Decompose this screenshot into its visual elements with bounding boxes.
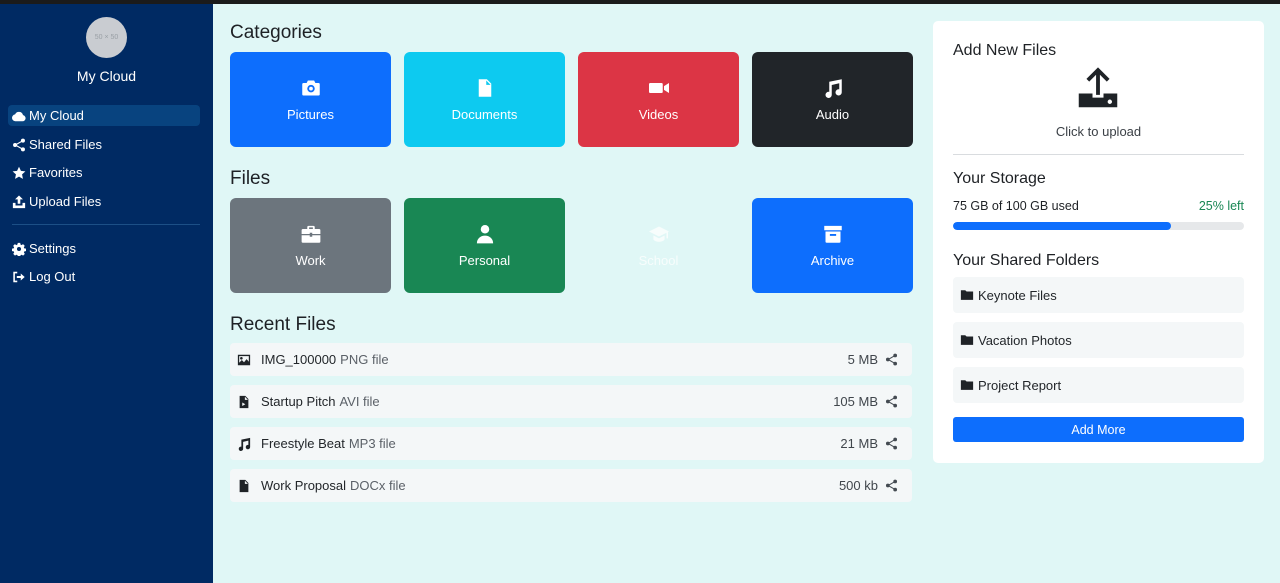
- video-icon: [648, 82, 669, 93]
- shared-folder-item[interactable]: Vacation Photos: [953, 322, 1244, 358]
- storage-progress-fill: [953, 222, 1172, 230]
- brand-title: My Cloud: [76, 68, 137, 84]
- categories-title: Categories: [230, 22, 322, 43]
- file-name: Startup Pitch: [261, 394, 336, 409]
- recent-file-row[interactable]: IMG_100000 PNG file 5 MB: [230, 343, 912, 376]
- sidebar-item-label: My Cloud: [29, 108, 84, 123]
- files-title: Files: [230, 168, 271, 189]
- add-files-title: Add New Files: [953, 42, 1057, 59]
- document-icon: [478, 78, 491, 97]
- graduation-cap-icon: [648, 226, 669, 242]
- folder-personal[interactable]: Personal: [404, 198, 565, 293]
- tile-label: Archive: [810, 252, 855, 268]
- camera-icon: [301, 80, 320, 95]
- folder-name: Keynote Files: [978, 287, 1057, 303]
- upload-icon[interactable]: [1076, 66, 1120, 110]
- storage-progress-bar: [953, 222, 1244, 230]
- category-documents[interactable]: Documents: [404, 52, 565, 147]
- file-name: IMG_100000: [261, 352, 337, 367]
- tile-label: Documents: [451, 106, 518, 122]
- tile-label: Personal: [458, 252, 511, 268]
- folder-school[interactable]: School: [578, 198, 739, 293]
- share-icon[interactable]: [885, 479, 898, 492]
- shared-folder-item[interactable]: Project Report: [953, 367, 1244, 403]
- upload-hint[interactable]: Click to upload: [933, 124, 1264, 139]
- avatar[interactable]: 50 × 50: [86, 17, 127, 58]
- share-icon[interactable]: [885, 353, 898, 366]
- recent-files-title: Recent Files: [230, 314, 336, 335]
- folder-name: Project Report: [978, 377, 1062, 393]
- music-icon: [825, 78, 842, 98]
- sidebar-item-label: Upload Files: [29, 194, 102, 209]
- archive-icon: [823, 225, 842, 243]
- user-icon: [476, 224, 493, 243]
- video-file-icon: [239, 395, 249, 408]
- sidebar-item-shared-files[interactable]: Shared Files: [8, 134, 200, 155]
- file-type: DOCx file: [350, 478, 406, 493]
- sidebar-item-upload-files[interactable]: Upload Files: [8, 191, 200, 212]
- briefcase-icon: [301, 225, 320, 243]
- shared-folder-item[interactable]: Keynote Files: [953, 277, 1244, 313]
- cloud-icon: [12, 111, 26, 121]
- sidebar-item-label: Favorites: [29, 165, 83, 180]
- tile-label: Audio: [815, 106, 850, 122]
- recent-file-row[interactable]: Startup Pitch AVI file 105 MB: [230, 385, 912, 418]
- file-type: AVI file: [339, 394, 380, 409]
- logout-icon: [13, 271, 25, 282]
- sidebar-item-label: Settings: [29, 241, 76, 256]
- folder-work[interactable]: Work: [230, 198, 391, 293]
- folder-archive[interactable]: Archive: [752, 198, 913, 293]
- shared-folders-title: Your Shared Folders: [953, 252, 1100, 269]
- category-pictures[interactable]: Pictures: [230, 52, 391, 147]
- storage-left-text: 25% left: [1198, 199, 1244, 213]
- share-icon[interactable]: [885, 395, 898, 408]
- tile-label: Videos: [638, 106, 679, 122]
- file-type: MP3 file: [348, 436, 396, 451]
- tile-label: Work: [295, 252, 326, 268]
- side-panel: Add New Files Click to upload Your Stora…: [933, 21, 1264, 463]
- sidebar-item-log-out[interactable]: Log Out: [8, 266, 200, 287]
- share-icon: [13, 138, 25, 151]
- panel-divider: [953, 154, 1244, 155]
- folder-icon: [960, 335, 974, 345]
- recent-file-row[interactable]: Work Proposal DOCx file 500 kb: [230, 469, 912, 502]
- sidebar-item-settings[interactable]: Settings: [8, 238, 200, 259]
- avatar-placeholder-text: 50 × 50: [94, 34, 119, 41]
- folder-icon: [960, 290, 974, 300]
- file-type: PNG file: [340, 352, 389, 367]
- star-icon: [12, 166, 26, 179]
- storage-title: Your Storage: [953, 170, 1046, 187]
- tile-label: School: [638, 252, 679, 268]
- sidebar-divider: [12, 224, 200, 225]
- sidebar: 50 × 50 My Cloud My Cloud Shared Files F…: [0, 4, 213, 583]
- document-icon: [239, 479, 249, 492]
- file-name: Work Proposal: [261, 478, 347, 493]
- tile-label: Pictures: [287, 106, 334, 122]
- category-audio[interactable]: Audio: [752, 52, 913, 147]
- category-videos[interactable]: Videos: [578, 52, 739, 147]
- file-size: 21 MB: [840, 436, 878, 451]
- sidebar-item-my-cloud[interactable]: My Cloud: [8, 105, 200, 126]
- upload-icon: [12, 194, 26, 208]
- file-size: 500 kb: [838, 478, 878, 493]
- recent-file-row[interactable]: Freestyle Beat MP3 file 21 MB: [230, 427, 912, 460]
- storage-used-text: 75 GB of 100 GB used: [953, 199, 1079, 213]
- file-size: 5 MB: [847, 352, 878, 367]
- folder-name: Vacation Photos: [978, 332, 1072, 348]
- image-icon: [237, 354, 251, 365]
- folder-icon: [960, 380, 974, 390]
- share-icon[interactable]: [885, 437, 898, 450]
- add-more-button[interactable]: Add More: [953, 417, 1244, 442]
- sidebar-item-label: Log Out: [29, 269, 76, 284]
- sidebar-item-favorites[interactable]: Favorites: [8, 162, 200, 183]
- sidebar-item-label: Shared Files: [29, 137, 102, 152]
- file-name: Freestyle Beat: [261, 436, 345, 451]
- music-icon: [238, 437, 251, 451]
- gear-icon: [12, 242, 26, 256]
- file-size: 105 MB: [833, 394, 878, 409]
